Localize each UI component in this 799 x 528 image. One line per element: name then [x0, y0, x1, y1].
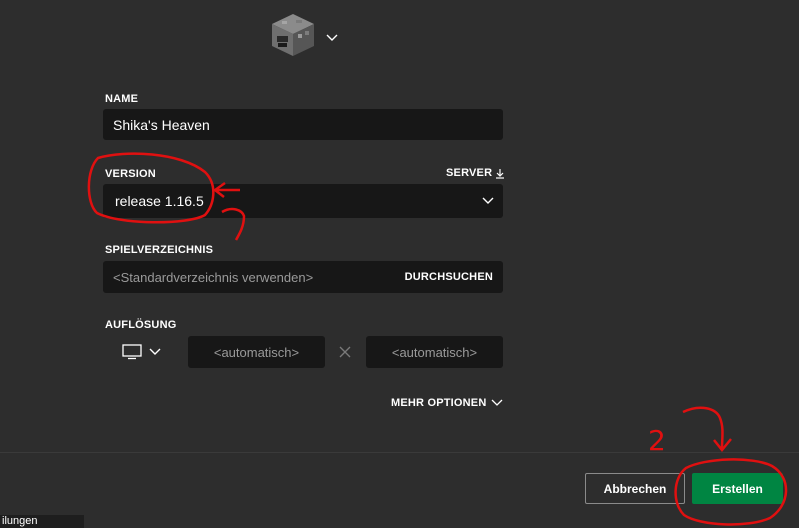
- name-input-value: Shika's Heaven: [113, 116, 210, 133]
- directory-input[interactable]: <Standardverzeichnis verwenden> DURCHSUC…: [103, 261, 503, 293]
- cut-off-text: ilungen: [2, 515, 38, 527]
- directory-placeholder: <Standardverzeichnis verwenden>: [113, 269, 314, 285]
- footer-divider: [0, 452, 799, 453]
- cut-off-sidebar-item[interactable]: ilungen: [0, 515, 84, 528]
- version-label: VERSION: [105, 168, 156, 180]
- resolution-width-input[interactable]: <automatisch>: [188, 336, 325, 368]
- resolution-label: AUFLÖSUNG: [105, 319, 177, 331]
- cancel-label: Abbrechen: [603, 481, 667, 496]
- arrow-2-annotation: [682, 406, 732, 452]
- version-select[interactable]: release 1.16.5: [103, 184, 503, 218]
- height-placeholder: <automatisch>: [391, 344, 478, 360]
- browse-button[interactable]: DURCHSUCHEN: [405, 271, 493, 283]
- more-options-toggle[interactable]: MEHR OPTIONEN: [391, 397, 503, 409]
- profile-icon-button[interactable]: [268, 12, 348, 60]
- chevron-down-icon: [482, 197, 494, 204]
- width-placeholder: <automatisch>: [213, 344, 300, 360]
- download-icon: [496, 168, 505, 179]
- times-icon: [339, 346, 351, 358]
- more-options-label: MEHR OPTIONEN: [391, 397, 487, 409]
- cancel-button[interactable]: Abbrechen: [585, 473, 685, 504]
- server-label: SERVER: [446, 167, 493, 179]
- name-label: NAME: [105, 93, 139, 105]
- directory-label: SPIELVERZEICHNIS: [105, 244, 214, 256]
- create-button[interactable]: Erstellen: [692, 473, 783, 504]
- create-label: Erstellen: [712, 481, 763, 496]
- chevron-down-icon: [491, 399, 502, 406]
- resolution-preset-dropdown[interactable]: [122, 344, 162, 360]
- resolution-height-input[interactable]: <automatisch>: [366, 336, 503, 368]
- version-select-value: release 1.16.5: [115, 193, 204, 209]
- server-download-link[interactable]: SERVER: [446, 167, 505, 179]
- monitor-icon: [122, 344, 142, 360]
- chevron-down-icon[interactable]: [325, 33, 339, 43]
- furnace-block-icon: [272, 14, 314, 56]
- name-input[interactable]: Shika's Heaven: [103, 109, 503, 140]
- chevron-down-icon: [149, 348, 161, 355]
